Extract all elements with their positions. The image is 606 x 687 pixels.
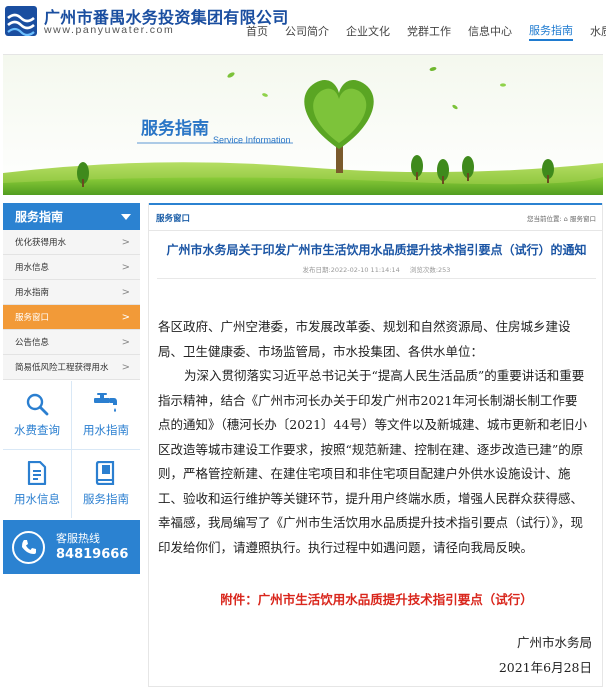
chevron-right-icon: > — [121, 262, 130, 273]
nav-about[interactable]: 公司简介 — [285, 24, 329, 40]
sidebar-item-label: 服务窗口 — [15, 313, 50, 323]
company-website: www.panyuwater.com — [44, 24, 175, 36]
article-meta: 发布日期:2022-02-10 11:14:14 浏览次数:253 — [149, 264, 604, 274]
nav-party-work[interactable]: 党群工作 — [407, 24, 451, 40]
quick-link-water-guide[interactable]: 用水指南 — [72, 381, 140, 449]
chevron-down-icon — [121, 214, 131, 220]
customer-hotline[interactable]: 客服热线 84819666 — [3, 520, 140, 574]
sidebar-item-label: 用水指南 — [15, 288, 50, 298]
signature-organization: 广州市水务局 — [516, 635, 592, 650]
article-paragraph: 为深入贯彻落实习近平总书记关于“提高人民生活品质”的重要讲话和重要指示精神，结合… — [158, 368, 587, 555]
quick-link-water-info[interactable]: 用水信息 — [3, 450, 71, 518]
nav-water-quality[interactable]: 水质监测 — [590, 24, 606, 40]
sidebar-item-water-info[interactable]: 用水信息 > — [3, 255, 140, 280]
chevron-right-icon: > — [121, 337, 130, 348]
chevron-right-icon: > — [121, 287, 130, 298]
breadcrumb[interactable]: 您当前位置: ⌂ 服务窗口 — [527, 213, 596, 223]
banner-landscape-image — [3, 55, 603, 195]
sidebar-item-label: 用水信息 — [15, 263, 50, 273]
sidebar-item-label: 简易低风险工程获得用水 — [15, 363, 109, 373]
quick-link-label: 水费查询 — [14, 423, 60, 437]
hotline-label: 客服热线 — [56, 531, 100, 545]
hotline-text: 客服热线 84819666 — [56, 531, 128, 564]
quick-link-label: 用水信息 — [14, 492, 60, 506]
logo-icon[interactable] — [5, 6, 37, 36]
signature-date: 2021年6月28日 — [498, 660, 592, 675]
sidebar-item-water-guide[interactable]: 用水指南 > — [3, 280, 140, 305]
sidebar-item-low-risk-projects[interactable]: 简易低风险工程获得用水 > — [3, 355, 140, 380]
main-nav: 首页 公司简介 企业文化 党群工作 信息中心 服务指南 水质监测 — [246, 23, 606, 41]
chevron-right-icon: > — [121, 362, 130, 373]
banner-subtitle: Service Information — [213, 135, 291, 145]
sidebar-item-service-window[interactable]: 服务窗口 > — [3, 305, 140, 330]
attachment-link[interactable]: 附件：广州市生活饮用水品质提升技术指引要点（试行） — [149, 589, 604, 608]
banner-title: 服务指南 — [141, 119, 209, 139]
sidebar-item-label: 公告信息 — [15, 338, 50, 348]
book-icon — [95, 461, 115, 485]
sidebar-item-announcements[interactable]: 公告信息 > — [3, 330, 140, 355]
quick-link-label: 服务指南 — [83, 492, 129, 506]
site-header: 广州市番禺水务投资集团有限公司 www.panyuwater.com 首页 公司… — [0, 0, 606, 54]
nav-culture[interactable]: 企业文化 — [346, 24, 390, 40]
article-body: 各区政府、广州空港委，市发展改革委、规划和自然资源局、住房城乡建设局、卫生健康委… — [158, 315, 588, 560]
article-paragraph: 各区政府、广州空港委，市发展改革委、规划和自然资源局、住房城乡建设局、卫生健康委… — [158, 319, 571, 359]
section-bar: 服务窗口 您当前位置: ⌂ 服务窗口 — [149, 203, 602, 231]
page: 广州市番禺水务投资集团有限公司 www.panyuwater.com 首页 公司… — [0, 0, 606, 687]
section-title: 服务窗口 — [156, 213, 191, 224]
sidebar-heading-label: 服务指南 — [15, 210, 64, 224]
faucet-icon — [94, 393, 117, 412]
sidebar-item-label: 优化获得用水 — [15, 238, 67, 248]
search-icon — [26, 393, 49, 416]
article-title: 广州市水务局关于印发广州市生活饮用水品质提升技术指引要点（试行）的通知 — [166, 243, 587, 257]
quick-link-bill-query[interactable]: 水费查询 — [3, 381, 71, 449]
sidebar-item-optimize-water-access[interactable]: 优化获得用水 > — [3, 230, 140, 255]
view-count: 浏览次数:253 — [409, 266, 451, 274]
document-icon — [27, 461, 47, 485]
main-content: 服务窗口 您当前位置: ⌂ 服务窗口 广州市水务局关于印发广州市生活饮用水品质提… — [148, 203, 603, 687]
phone-icon — [12, 530, 45, 564]
publish-date: 发布日期:2022-02-10 11:14:14 — [302, 266, 400, 274]
hotline-number: 84819666 — [56, 546, 129, 562]
nav-home[interactable]: 首页 — [246, 24, 268, 40]
quick-links: 水费查询 用水指南 用水信息 服务指南 — [3, 381, 140, 518]
sidebar-heading: 服务指南 — [3, 203, 140, 230]
quick-link-label: 用水指南 — [83, 423, 129, 437]
chevron-right-icon: > — [121, 312, 130, 323]
nav-service-guide[interactable]: 服务指南 — [529, 23, 573, 41]
nav-info-center[interactable]: 信息中心 — [468, 24, 512, 40]
divider — [157, 278, 596, 279]
banner: 服务指南 Service Information — [3, 54, 603, 195]
sidebar: 服务指南 优化获得用水 > 用水信息 > 用水指南 > 服务窗口 > 公告信息 … — [3, 203, 140, 574]
quick-link-service-guide[interactable]: 服务指南 — [72, 450, 140, 518]
chevron-right-icon: > — [121, 237, 130, 248]
